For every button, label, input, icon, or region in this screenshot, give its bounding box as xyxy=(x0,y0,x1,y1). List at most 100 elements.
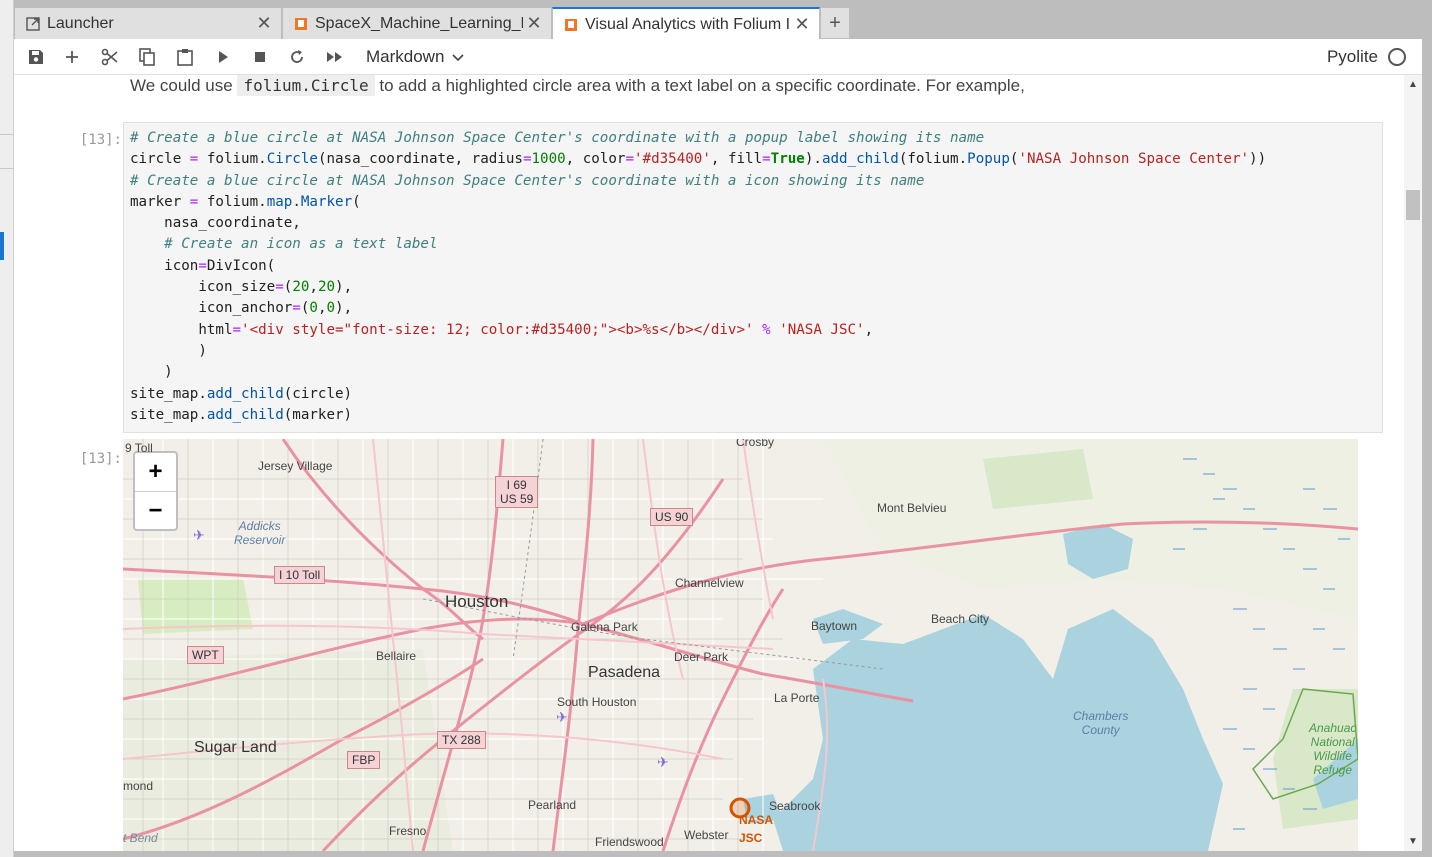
map-label: Fresno xyxy=(389,824,427,838)
airport-icon: ✈ xyxy=(657,754,669,770)
fast-forward-icon xyxy=(327,52,342,62)
scroll-down-icon[interactable]: ▼ xyxy=(1408,836,1418,847)
kernel-status[interactable]: Pyolite xyxy=(1327,46,1406,68)
kernel-idle-icon xyxy=(1388,48,1406,66)
tab-label: SpaceX_Machine_Learning_P xyxy=(315,14,523,32)
city-label: Houston xyxy=(445,592,509,611)
cut-button[interactable] xyxy=(97,45,123,69)
map-label: Pearland xyxy=(528,798,577,812)
map-label: mond xyxy=(123,779,154,793)
nasa-jsc-marker-label[interactable]: NASA JSC xyxy=(739,811,779,847)
code-line: # Create a blue circle at NASA Johnson S… xyxy=(130,130,985,146)
markdown-text: to add a highlighted circle area with a … xyxy=(379,76,1025,95)
highway-shield: US 90 xyxy=(650,508,694,526)
run-all-button[interactable] xyxy=(322,45,348,69)
save-button[interactable] xyxy=(23,45,49,69)
plus-icon xyxy=(66,51,78,63)
sidebar-active-indicator xyxy=(0,232,4,260)
code-line: site_map.add_child(marker) xyxy=(130,406,353,423)
map-label: Beach City xyxy=(931,612,990,626)
code-line: marker = folium.map.Marker( xyxy=(130,193,361,210)
notebook-scrollbar[interactable]: ▲ ▼ xyxy=(1404,75,1422,851)
map-label: Webster xyxy=(684,828,729,842)
code-line: # Create a blue circle at NASA Johnson S… xyxy=(130,172,925,189)
area-label: Anahuac National Wildlife Refuge xyxy=(1309,721,1357,777)
airport-icon: ✈ xyxy=(193,527,205,543)
airport-icon: ✈ xyxy=(556,709,568,725)
code-line: nasa_coordinate, xyxy=(130,215,301,232)
highway-shield: FBP xyxy=(347,751,381,769)
notebook-panel: We could use folium.Circle to add a high… xyxy=(14,75,1404,851)
map-label: Bellaire xyxy=(376,649,417,663)
code-line: ) xyxy=(130,364,173,381)
tab-label: Visual Analytics with Folium I xyxy=(585,15,791,33)
window-frame xyxy=(14,851,1422,857)
notebook-toolbar: Markdown Pyolite xyxy=(14,39,1422,75)
code-line: circle = folium.Circle(nasa_coordinate, … xyxy=(130,151,1267,168)
tab-folium-notebook[interactable]: Visual Analytics with Folium I ✕ xyxy=(552,7,820,40)
code-cell-editor[interactable]: # Create a blue circle at NASA Johnson S… xyxy=(123,122,1383,433)
city-label: Pasadena xyxy=(588,664,661,681)
notebook-icon xyxy=(293,16,309,32)
map-label: South Houston xyxy=(557,695,637,709)
code-line: icon_size=(20,20), xyxy=(130,279,353,296)
zoom-out-button[interactable]: − xyxy=(135,491,176,529)
cell-type-label: Markdown xyxy=(366,47,445,66)
tab-label: Launcher xyxy=(47,14,114,32)
stop-icon xyxy=(255,52,265,62)
tab-launcher[interactable]: Launcher ✕ xyxy=(14,7,282,39)
map-label: Baytown xyxy=(811,619,858,633)
map-label: Channelview xyxy=(675,576,744,590)
map-label: Galena Park xyxy=(571,620,638,634)
run-button[interactable] xyxy=(210,45,236,69)
clipboard-icon xyxy=(177,49,193,66)
inline-code: folium.Circle xyxy=(237,75,375,96)
cell-type-dropdown[interactable]: Markdown xyxy=(366,46,464,68)
highway-shield: I 69 US 59 xyxy=(495,476,539,508)
restart-button[interactable] xyxy=(284,45,310,69)
city-label: Sugar Land xyxy=(194,739,277,756)
code-line: icon_anchor=(0,0), xyxy=(130,300,353,317)
map-label: Friendswood xyxy=(595,835,664,849)
left-sidebar xyxy=(0,0,14,857)
close-icon[interactable]: ✕ xyxy=(523,13,545,34)
scroll-up-icon[interactable]: ▲ xyxy=(1408,79,1418,90)
folium-map[interactable]: + − 9 Toll Crosby Jersey Village Mont Be… xyxy=(123,439,1358,851)
input-prompt: [13]: xyxy=(79,132,122,148)
chevron-down-icon xyxy=(452,47,464,67)
map-label: Jersey Village xyxy=(258,459,333,473)
sidebar-divider xyxy=(0,134,14,135)
highway-shield: TX 288 xyxy=(437,731,486,749)
jupyterlab-window: Launcher ✕ SpaceX_Machine_Learning_P ✕ V… xyxy=(0,0,1432,857)
area-label: Chambers County xyxy=(1073,709,1129,737)
refresh-icon xyxy=(291,50,303,63)
new-tab-button[interactable]: + xyxy=(820,7,850,39)
external-link-icon xyxy=(25,16,41,32)
save-icon xyxy=(29,50,43,64)
highway-shield: I 10 Toll xyxy=(274,566,326,584)
paste-button[interactable] xyxy=(172,45,198,69)
code-line: ) xyxy=(130,342,207,359)
notebook-icon xyxy=(563,17,579,33)
markdown-cell[interactable]: We could use folium.Circle to add a high… xyxy=(130,75,1025,97)
insert-cell-button[interactable] xyxy=(59,45,85,69)
map-label: La Porte xyxy=(774,691,820,705)
tab-spacex-notebook[interactable]: SpaceX_Machine_Learning_P ✕ xyxy=(282,7,552,39)
code-line: site_map.add_child(circle) xyxy=(130,385,353,402)
zoom-in-button[interactable]: + xyxy=(135,453,176,491)
code-line: # Create an icon as a text label xyxy=(164,236,438,253)
map-zoom-control: + − xyxy=(133,451,178,531)
window-frame xyxy=(1422,39,1432,857)
kernel-name: Pyolite xyxy=(1326,47,1378,66)
highway-shield: WPT xyxy=(187,646,224,664)
map-label: Mont Belvieu xyxy=(877,501,947,515)
map-label: Deer Park xyxy=(674,650,729,664)
close-icon[interactable]: ✕ xyxy=(791,14,813,35)
code-line: html='<div style="font-size: 12; color:#… xyxy=(130,321,874,338)
play-icon xyxy=(219,51,228,63)
copy-button[interactable] xyxy=(134,45,160,69)
scrollbar-thumb[interactable] xyxy=(1406,190,1420,220)
interrupt-button[interactable] xyxy=(247,45,273,69)
close-icon[interactable]: ✕ xyxy=(253,13,275,34)
scissors-icon xyxy=(101,48,118,66)
